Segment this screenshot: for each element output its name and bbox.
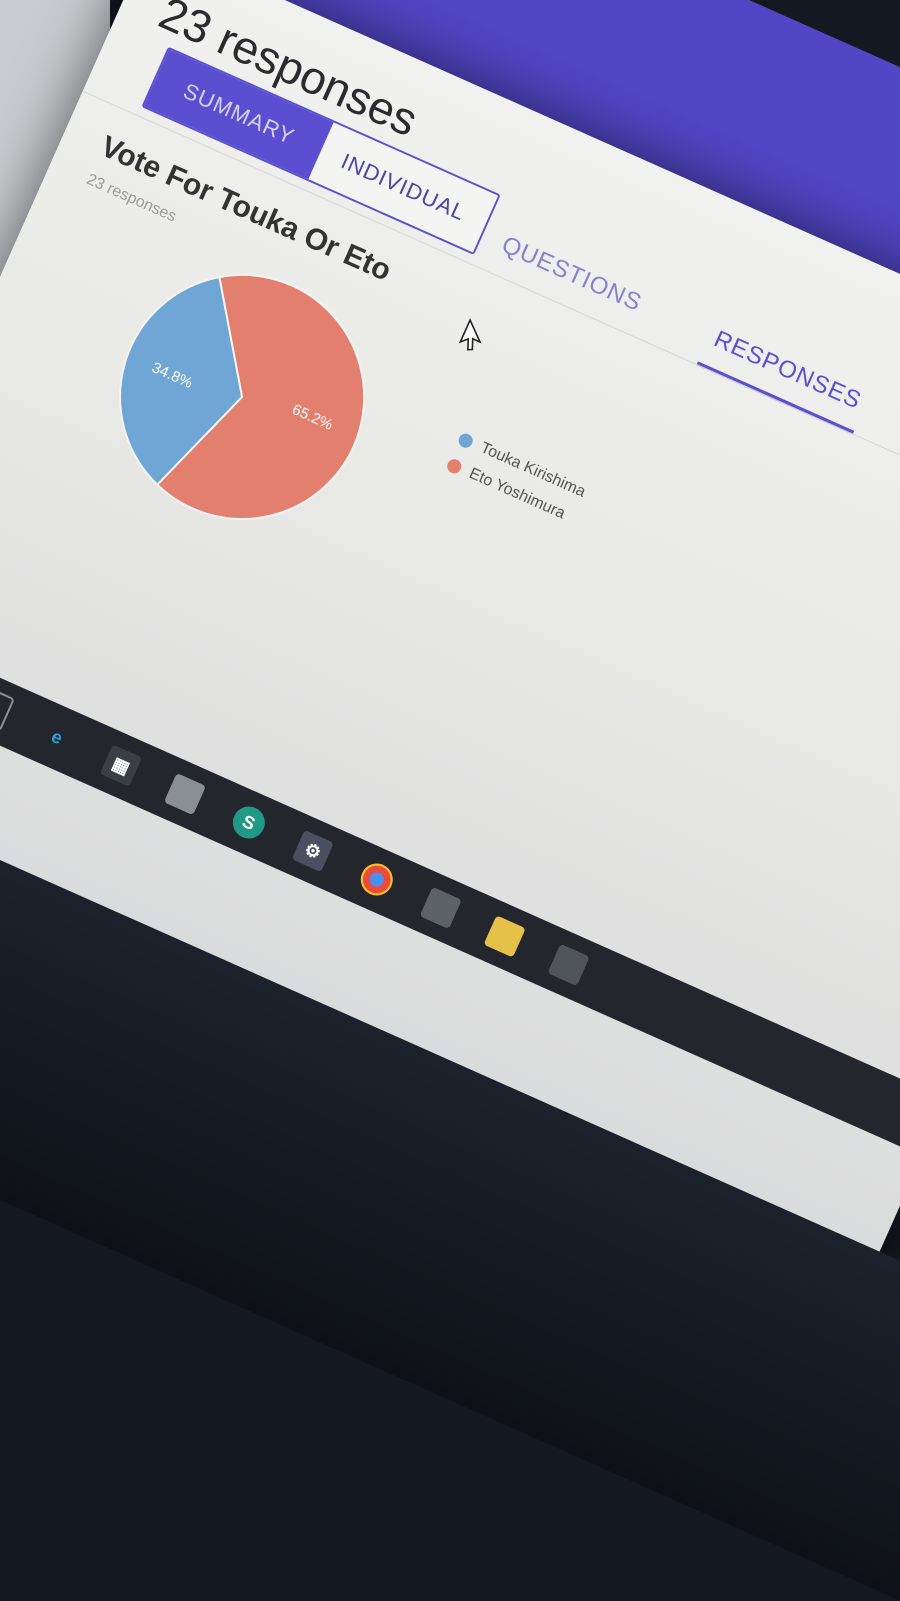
folder-icon[interactable] <box>483 915 526 958</box>
settings-icon[interactable]: ⚙ <box>291 829 334 873</box>
store-icon[interactable]: ▦ <box>99 744 143 787</box>
tab-questions[interactable]: QUESTIONS <box>484 229 651 337</box>
tab-responses[interactable]: RESPONSES <box>696 323 872 435</box>
chart-legend: Touka Kirishima Eto Yoshimura <box>440 430 588 537</box>
legend-swatch-touka <box>456 431 475 450</box>
window-icon[interactable] <box>547 943 590 987</box>
mouse-cursor-icon <box>458 318 482 351</box>
edge-icon[interactable]: e <box>36 716 78 758</box>
window-icon[interactable] <box>419 886 462 930</box>
file-explorer-icon[interactable] <box>163 772 207 816</box>
app-green-icon[interactable]: S <box>227 801 270 844</box>
legend-swatch-eto <box>445 457 464 476</box>
window-icon[interactable]: □ <box>0 684 16 732</box>
chrome-icon[interactable] <box>355 858 398 901</box>
top-tabs: QUESTIONS RESPONSES <box>484 229 900 458</box>
